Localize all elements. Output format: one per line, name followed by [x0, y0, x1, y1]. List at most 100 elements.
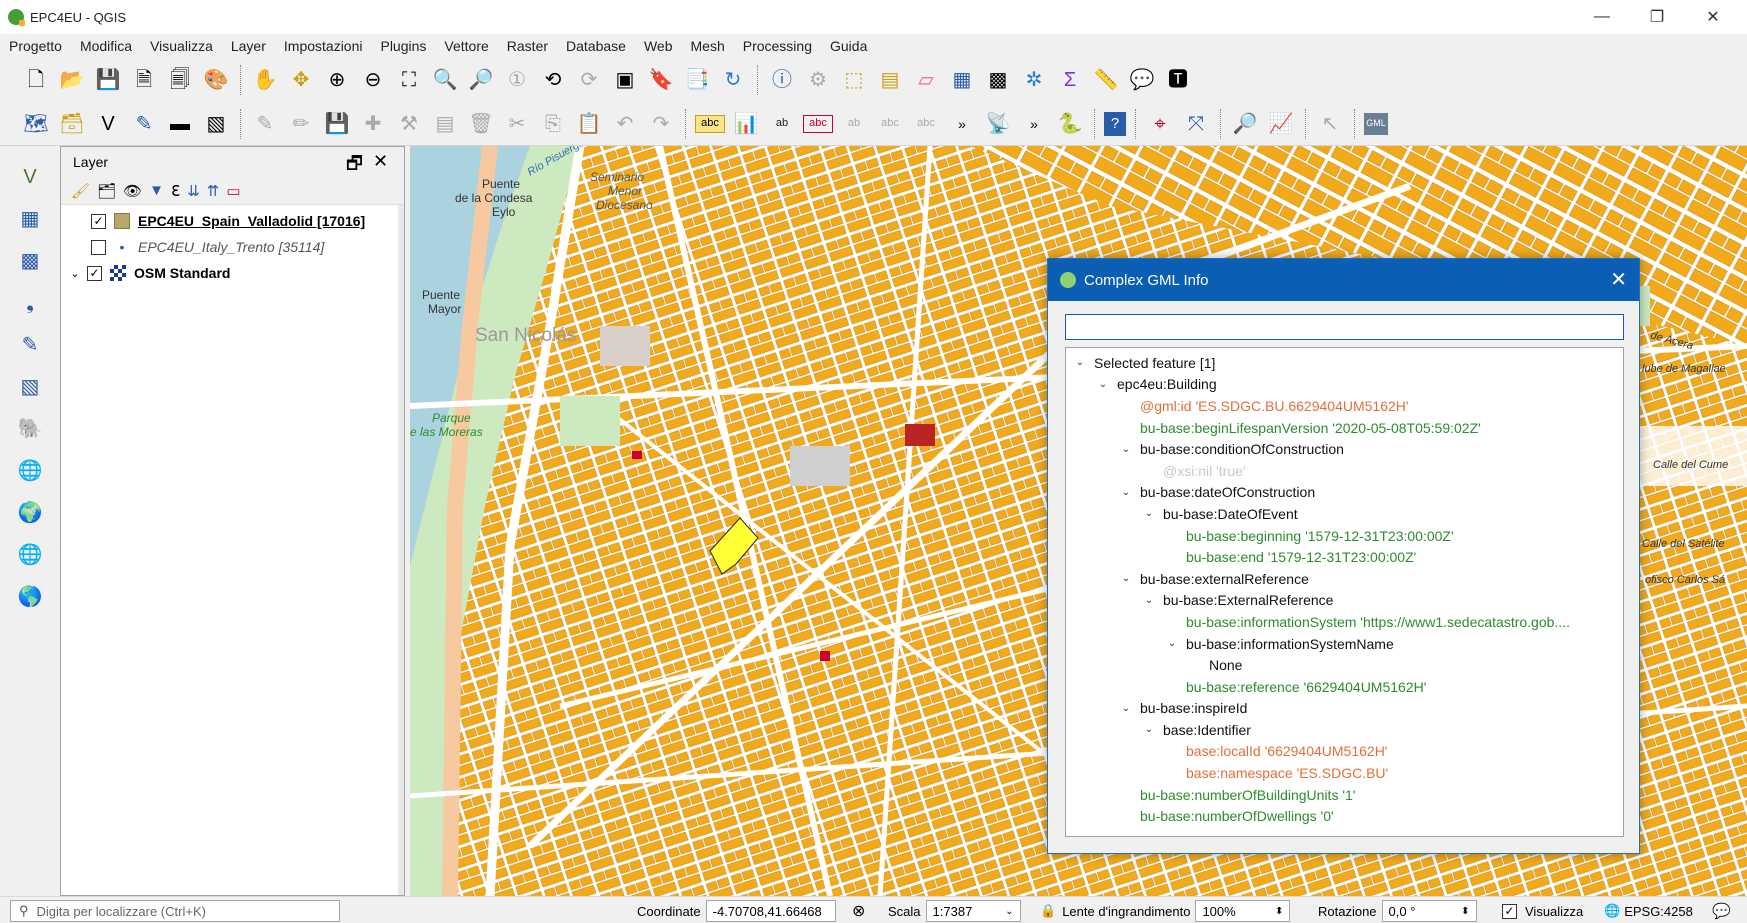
change-label-icon[interactable]: abc [911, 109, 941, 139]
chevron-down-icon[interactable]: ⌄ [1141, 508, 1157, 519]
map-tips-icon[interactable]: 💬 [1127, 65, 1157, 95]
tree-node[interactable]: base:namespace 'ES.SDGC.BU' [1066, 762, 1623, 784]
menu-guida[interactable]: Guida [821, 38, 876, 54]
magnifier-spinbox[interactable]: 100% ⬍ [1195, 900, 1291, 922]
pointer-plugin-icon[interactable]: ↖ [1315, 109, 1345, 139]
zoom-to-selection-icon[interactable]: 🔍 [430, 65, 460, 95]
tree-node[interactable]: @xsi:nil 'true' [1066, 460, 1623, 482]
vertex-tool-icon[interactable]: ⚒ [394, 109, 424, 139]
chevron-down-icon[interactable]: ⌄ [1118, 444, 1134, 455]
pan-to-selection-icon[interactable]: ✥ [286, 65, 316, 95]
layer-visibility-checkbox[interactable]: ✓ [87, 265, 102, 281]
tree-node[interactable]: ⌄ bu-base:dateOfConstruction [1066, 482, 1623, 504]
menu-processing[interactable]: Processing [734, 38, 821, 54]
modify-attributes-icon[interactable]: ▤ [430, 109, 460, 139]
chevron-down-icon[interactable]: ⌄ [1118, 573, 1134, 584]
menu-modifica[interactable]: Modifica [71, 38, 141, 54]
tree-node[interactable]: bu-base:reference '6629404UM5162H' [1066, 676, 1623, 698]
float-panel-icon[interactable]: 🗗 [346, 151, 363, 181]
add-wfs-icon[interactable]: 🌐 [12, 539, 48, 571]
help-icon[interactable]: ? [1104, 111, 1126, 136]
new-memory-layer-icon[interactable]: ▬ [165, 109, 195, 139]
text-annotation-icon[interactable]: 🆃 [1163, 65, 1193, 95]
menu-raster[interactable]: Raster [498, 38, 557, 54]
zoom-in-icon[interactable]: ⊕ [322, 65, 352, 95]
scale-combobox[interactable]: 1:7387 ⌄ [925, 900, 1021, 922]
bookmark-icon[interactable]: 🔖 [646, 65, 676, 95]
toggle-extents-icon[interactable]: ⊗ [852, 901, 865, 921]
menu-progetto[interactable]: Progetto [0, 38, 71, 54]
menu-web[interactable]: Web [635, 38, 682, 54]
run-feature-action-icon[interactable]: ⚙ [803, 65, 833, 95]
chart-plugin-icon[interactable]: 📈 [1266, 109, 1296, 139]
add-geopackage-icon[interactable]: ✎ [12, 329, 48, 361]
menu-layer[interactable]: Layer [222, 38, 275, 54]
zoom-to-layer-icon[interactable]: 🔎 [466, 65, 496, 95]
toggle-editing-icon[interactable]: ✏ [286, 109, 316, 139]
data-source-manager-icon[interactable]: 🗺 [21, 109, 51, 139]
zoom-next-icon[interactable]: ⟳ [574, 65, 604, 95]
new-shapefile-icon[interactable]: V [93, 109, 123, 139]
menu-visualizza[interactable]: Visualizza [141, 38, 222, 54]
menu-database[interactable]: Database [557, 38, 635, 54]
save-project-icon[interactable]: 💾 [93, 65, 123, 95]
expand-all-icon[interactable]: ⇊ [187, 182, 200, 200]
chevron-down-icon[interactable]: ⌄ [1095, 379, 1111, 390]
identify-features-icon[interactable]: ⓘ [767, 65, 797, 95]
chevron-down-icon[interactable]: ⌄ [1141, 595, 1157, 606]
layer-item-osm[interactable]: ⌄ ✓ OSM Standard [61, 260, 404, 286]
tree-node[interactable]: ⌄ bu-base:informationSystemName [1066, 633, 1623, 655]
pin-labels-icon[interactable]: ab [767, 109, 797, 139]
deselect-features-icon[interactable]: ▱ [911, 65, 941, 95]
zoom-out-icon[interactable]: ⊖ [358, 65, 388, 95]
undo-icon[interactable]: ↶ [610, 109, 640, 139]
remove-layer-icon[interactable]: ▭ [226, 182, 240, 200]
add-xyz-icon[interactable]: 🌍 [12, 497, 48, 529]
chevron-down-icon[interactable]: ⌄ [1164, 638, 1180, 649]
layers-panel-scrollbar[interactable] [398, 205, 404, 895]
visibility-icon[interactable]: 👁 [123, 182, 142, 200]
add-vector-layer-icon[interactable]: V [12, 161, 48, 193]
add-virtual-layer-icon[interactable]: 🌎 [12, 581, 48, 613]
move-label-icon[interactable]: ab [839, 109, 869, 139]
style-layer-icon[interactable]: 🖌 [71, 182, 90, 200]
add-mesh-layer-icon[interactable]: ▩ [12, 245, 48, 277]
add-raster-layer-icon[interactable]: ▦ [12, 203, 48, 235]
show-hide-labels-icon[interactable]: abc [875, 109, 905, 139]
layer-visibility-checkbox[interactable]: ✓ [91, 213, 106, 229]
tree-node[interactable]: ⌄ bu-base:conditionOfConstruction [1066, 438, 1623, 460]
rotation-spinbox[interactable]: 0,0 ° ⬍ [1381, 900, 1477, 922]
attribute-table-icon[interactable]: ▦ [947, 65, 977, 95]
copy-icon[interactable]: ⎘ [538, 109, 568, 139]
add-group-icon[interactable]: 🗂 [97, 182, 116, 200]
current-edits-icon[interactable]: ✎ [250, 109, 280, 139]
chevron-down-icon[interactable]: ⌄ [67, 267, 83, 280]
toolbox-icon[interactable]: ✲ [1019, 65, 1049, 95]
crs-button[interactable]: EPSG:4258 [1624, 904, 1693, 919]
minimize-button[interactable]: — [1579, 0, 1625, 34]
menu-plugins[interactable]: Plugins [371, 38, 435, 54]
messages-icon[interactable]: 💬 [1712, 902, 1731, 920]
cut-icon[interactable]: ✂ [502, 109, 532, 139]
diagram-icon[interactable]: 📊 [731, 109, 761, 139]
menu-mesh[interactable]: Mesh [682, 38, 734, 54]
tree-node[interactable]: ⌄ base:Identifier [1066, 719, 1623, 741]
tree-node[interactable]: ⌄ Selected feature [1] [1066, 352, 1623, 374]
locator-search-input[interactable]: ⚲ Digita per localizzare (Ctrl+K) [10, 900, 340, 922]
digitize-icon[interactable]: ✎ [129, 109, 159, 139]
chevron-down-icon[interactable]: ⌄ [1072, 357, 1088, 368]
chevron-down-icon[interactable]: ⌄ [1141, 724, 1157, 735]
tree-node[interactable]: ⌄ bu-base:externalReference [1066, 568, 1623, 590]
more-tools-icon[interactable]: » [1019, 109, 1049, 139]
layer-item-valladolid[interactable]: ✓ EPC4EU_Spain_Valladolid [17016] [61, 208, 404, 234]
paste-icon[interactable]: 📋 [574, 109, 604, 139]
python-console-icon[interactable]: 🐍 [1055, 109, 1085, 139]
topology-icon[interactable]: ⤧ [1181, 109, 1211, 139]
select-by-value-icon[interactable]: ▤ [875, 65, 905, 95]
new-print-layout-icon[interactable]: 🗎 [129, 65, 159, 95]
zoom-full-icon[interactable]: ⛶ [394, 65, 424, 95]
refresh-icon[interactable]: ↻ [718, 65, 748, 95]
collapse-all-icon[interactable]: ⇈ [207, 182, 220, 200]
measure-icon[interactable]: 📏 [1091, 65, 1121, 95]
dialog-close-button[interactable]: ✕ [1610, 267, 1627, 292]
